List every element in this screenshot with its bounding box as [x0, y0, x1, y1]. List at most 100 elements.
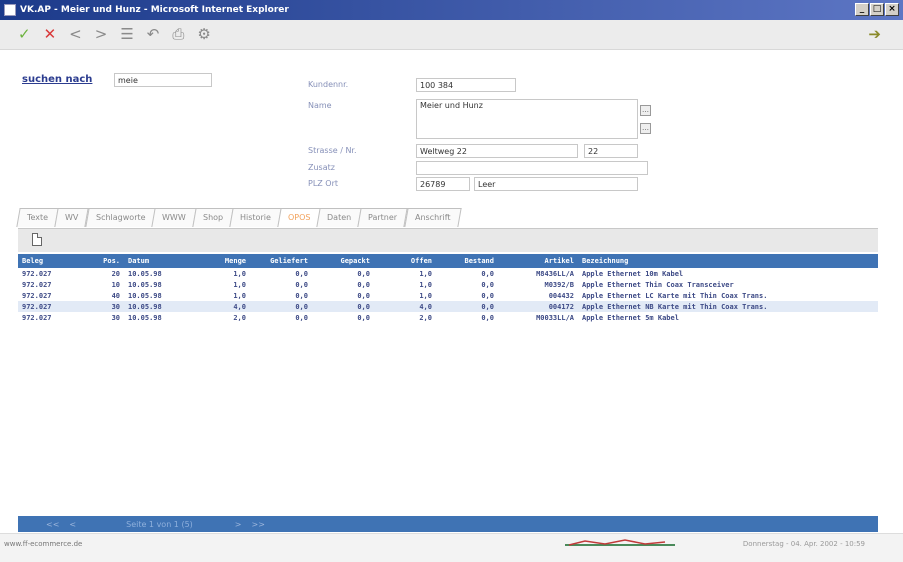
cell-offen: 1,0 [419, 291, 432, 300]
tab-www[interactable]: WWW [151, 208, 197, 227]
page-info: Seite 1 von 1 (5) [126, 519, 193, 529]
cell-gepackt: 0,0 [312, 301, 374, 312]
table-row[interactable]: 972.027 10 10.05.98 1,0 0,0 0,0 1,0 0,0 … [18, 279, 878, 290]
cell-geliefert: 0,0 [295, 313, 308, 322]
prev-page-button[interactable]: < [69, 520, 76, 529]
tab-strip: Texte WV Schlagworte WWW Shop Historie O… [16, 208, 461, 228]
kundennr-field[interactable] [416, 78, 516, 92]
cell-geliefert: 0,0 [295, 291, 308, 300]
cell-gepackt: 0,0 [357, 291, 370, 300]
cell-pos: 30 [88, 301, 124, 312]
cell-bestand: 0,0 [481, 313, 494, 322]
next-icon[interactable]: > [95, 27, 108, 42]
cell-bezeichnung: Apple Ethernet 5m Kabel [582, 313, 679, 322]
cell-offen: 4,0 [374, 301, 436, 312]
close-icon[interactable]: ✕ [44, 27, 57, 42]
cell-offen: 1,0 [419, 280, 432, 289]
name-label: Name [308, 101, 332, 110]
cell-artikel: M0392/B [544, 280, 574, 289]
search-label[interactable]: suchen nach [22, 74, 92, 85]
cell-bezeichnung: Apple Ethernet LC Karte mit Thin Coax Tr… [582, 291, 768, 300]
cell-artikel: M8436LL/A [536, 269, 574, 278]
col-menge[interactable]: Menge [190, 254, 250, 268]
cell-bestand: 0,0 [481, 291, 494, 300]
cell-pos: 40 [111, 291, 120, 300]
cell-beleg: 972.027 [22, 269, 52, 278]
tab-historie[interactable]: Historie [229, 208, 282, 227]
col-beleg[interactable]: Beleg [18, 254, 88, 268]
cell-menge: 1,0 [233, 291, 246, 300]
cell-datum: 10.05.98 [128, 269, 162, 278]
col-gepackt[interactable]: Gepackt [312, 254, 374, 268]
col-bezeichnung[interactable]: Bezeichnung [578, 254, 878, 268]
tab-schlagworte[interactable]: Schlagworte [84, 208, 156, 227]
exit-icon[interactable]: ➔ [868, 27, 881, 42]
cell-beleg: 972.027 [18, 301, 88, 312]
zusatz-field[interactable] [416, 161, 648, 175]
name-line1-button[interactable]: … [640, 105, 651, 116]
tab-wv[interactable]: WV [54, 208, 90, 227]
tab-texte[interactable]: Texte [16, 208, 59, 227]
close-window-button[interactable]: × [885, 3, 899, 16]
tab-anschrift[interactable]: Anschrift [403, 208, 461, 227]
strasse-field[interactable] [416, 144, 578, 158]
tab-shop[interactable]: Shop [192, 208, 234, 227]
maximize-button[interactable]: □ [870, 3, 884, 16]
first-page-button[interactable]: << [46, 520, 59, 529]
table-row[interactable]: 972.027 20 10.05.98 1,0 0,0 0,0 1,0 0,0 … [18, 268, 878, 279]
prev-icon[interactable]: < [69, 27, 82, 42]
col-artikel[interactable]: Artikel [498, 254, 578, 268]
col-datum[interactable]: Datum [124, 254, 190, 268]
cell-bezeichnung: Apple Ethernet NB Karte mit Thin Coax Tr… [578, 301, 878, 312]
print-icon[interactable]: ⎙ [172, 27, 184, 42]
col-geliefert[interactable]: Geliefert [250, 254, 312, 268]
toolbar: ✓ ✕ < > ☰ ↶ ⎙ ⚙ ➔ [0, 20, 903, 50]
cell-datum: 10.05.98 [128, 291, 162, 300]
orders-table: Beleg Pos. Datum Menge Geliefert Gepackt… [18, 254, 878, 323]
cell-beleg: 972.027 [22, 313, 52, 322]
cell-pos: 30 [111, 313, 120, 322]
hausnummer-field[interactable] [584, 144, 638, 158]
name-line2-button[interactable]: … [640, 123, 651, 134]
col-pos[interactable]: Pos. [88, 254, 124, 268]
tab-daten[interactable]: Daten [316, 208, 363, 227]
next-page-button[interactable]: > [235, 520, 242, 529]
search-input[interactable] [114, 73, 212, 87]
cell-gepackt: 0,0 [357, 313, 370, 322]
tab-partner[interactable]: Partner [357, 208, 409, 227]
table-row[interactable]: 972.027 30 10.05.98 2,0 0,0 0,0 2,0 0,0 … [18, 312, 878, 323]
col-bestand[interactable]: Bestand [436, 254, 498, 268]
cell-datum: 10.05.98 [128, 313, 162, 322]
plz-label: PLZ Ort [308, 179, 339, 188]
window-controls: _ □ × [855, 3, 899, 16]
table-row[interactable]: 972.027 40 10.05.98 1,0 0,0 0,0 1,0 0,0 … [18, 290, 878, 301]
check-icon[interactable]: ✓ [18, 27, 31, 42]
last-page-button[interactable]: >> [251, 520, 264, 529]
cell-menge: 2,0 [233, 313, 246, 322]
cell-bezeichnung: Apple Ethernet Thin Coax Transceiver [582, 280, 734, 289]
list-icon[interactable]: ☰ [120, 27, 133, 42]
new-document-icon[interactable] [32, 233, 42, 246]
table-row[interactable]: 972.027 30 10.05.98 4,0 0,0 0,0 4,0 0,0 … [18, 301, 878, 312]
ort-field[interactable] [474, 177, 638, 191]
table-header-row: Beleg Pos. Datum Menge Geliefert Gepackt… [18, 254, 878, 268]
cell-artikel: 004432 [548, 291, 574, 300]
plz-field[interactable] [416, 177, 470, 191]
cell-beleg: 972.027 [22, 291, 52, 300]
cell-bezeichnung: Apple Ethernet 10m Kabel [582, 269, 684, 278]
tab-opos[interactable]: OPOS [277, 208, 321, 227]
name-field[interactable]: Meier und Hunz [416, 99, 638, 139]
cell-geliefert: 0,0 [250, 301, 312, 312]
cell-artikel: M0033LL/A [536, 313, 574, 322]
undo-icon[interactable]: ↶ [147, 27, 160, 42]
cell-menge: 1,0 [233, 280, 246, 289]
settings-icon[interactable]: ⚙ [197, 27, 210, 42]
kundennr-label: Kundennr. [308, 80, 349, 89]
col-offen[interactable]: Offen [374, 254, 436, 268]
cell-artikel: 004172 [498, 301, 578, 312]
cell-offen: 1,0 [419, 269, 432, 278]
minimize-button[interactable]: _ [855, 3, 869, 16]
status-date: Donnerstag - 04. Apr. 2002 - 10:59 [742, 540, 865, 548]
status-url[interactable]: www.ff-ecommerce.de [4, 540, 82, 548]
cell-gepackt: 0,0 [357, 280, 370, 289]
